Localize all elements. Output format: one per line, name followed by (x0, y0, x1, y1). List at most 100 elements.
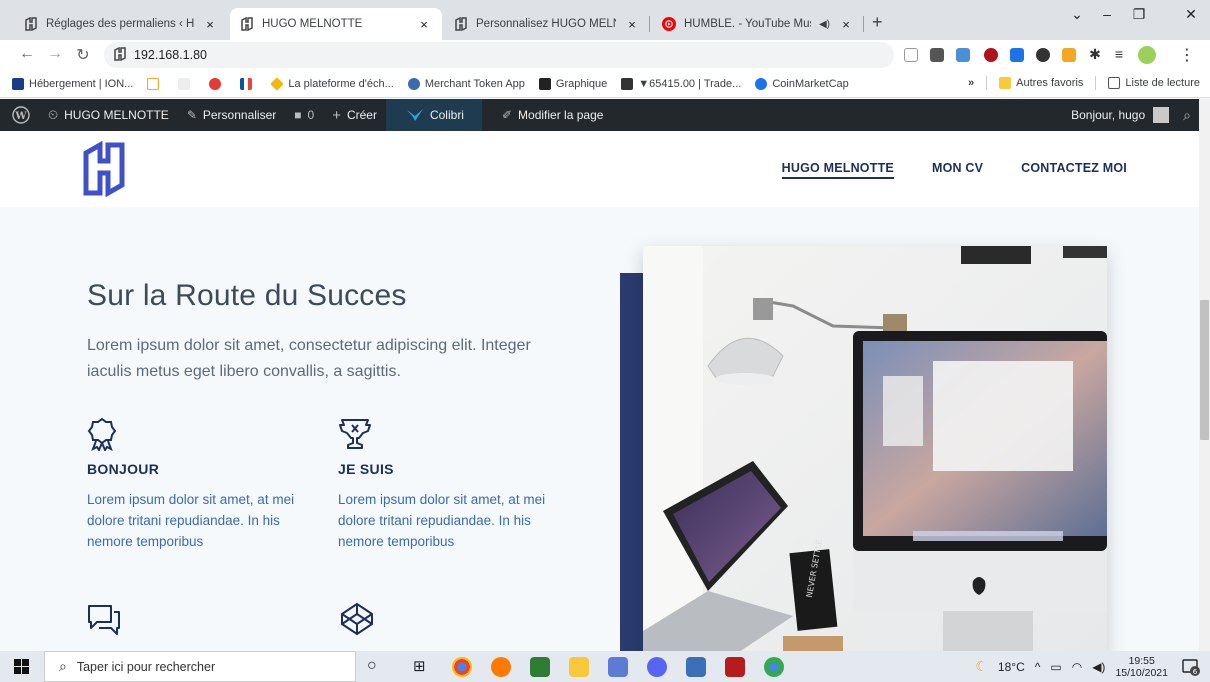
chrome-profile-icon[interactable] (764, 657, 784, 677)
close-tab-icon[interactable]: × (416, 17, 432, 32)
temperature[interactable]: 18°C (998, 660, 1025, 674)
avatar[interactable] (1153, 107, 1170, 123)
notification-center-icon[interactable]: 6 (1182, 658, 1200, 676)
new-tab-button[interactable]: + (872, 12, 883, 33)
site-name-menu[interactable]: ⏲ HUGO MELNOTTE (39, 99, 178, 131)
youtube-music-icon (662, 17, 676, 31)
tab-personnalisez[interactable]: Personnalisez HUGO MELNOTTE × (444, 8, 650, 40)
close-tab-icon[interactable]: × (624, 17, 640, 32)
battery-icon[interactable]: ▭ (1050, 660, 1061, 674)
account-greeting[interactable]: Bonjour, hugo (1071, 108, 1145, 122)
restore-button[interactable]: ❐ (1124, 6, 1154, 23)
bookmark-item[interactable]: CoinMarketCap (755, 77, 849, 90)
other-bookmarks-folder[interactable]: Autres favoris (999, 77, 1083, 89)
minimize-button[interactable]: – (1092, 6, 1122, 22)
audio-playing-icon[interactable]: ◀) (819, 19, 830, 30)
task-view-icon[interactable]: ⊞ (413, 657, 426, 675)
ionos-icon (12, 77, 24, 90)
windows-taskbar: ⌕ Taper ici pour rechercher ○ ⊞ ☾ 18°C ^… (0, 651, 1210, 682)
cortana-icon[interactable]: ○ (367, 657, 377, 675)
extension-icon[interactable] (930, 48, 944, 62)
chart-icon (621, 77, 634, 90)
new-content-menu[interactable]: + Créer (323, 99, 386, 131)
tab-permalinks[interactable]: Réglages des permaliens ‹ HUGO MELNOTTE … (14, 8, 228, 40)
site-logo-icon[interactable] (82, 141, 126, 197)
windows-start-icon[interactable] (14, 659, 29, 677)
bookmark-item[interactable] (209, 77, 226, 90)
virtualbox-icon[interactable] (686, 657, 706, 677)
close-tab-icon[interactable]: × (202, 17, 218, 32)
discord-icon[interactable] (647, 657, 667, 677)
network-app-icon[interactable] (608, 657, 628, 677)
taskbar-search-box[interactable]: ⌕ Taper ici pour rechercher (44, 651, 356, 682)
file-explorer-icon[interactable] (569, 657, 589, 677)
customize-menu[interactable]: ✎ Personnaliser (178, 99, 285, 131)
close-tab-icon[interactable]: × (838, 17, 854, 32)
tab-search-icon[interactable]: ⌄ (1062, 6, 1092, 23)
editor-icon[interactable] (530, 657, 550, 677)
browser-menu-icon[interactable]: ⋮ (1178, 45, 1196, 65)
tray-overflow-icon[interactable]: ^ (1035, 660, 1041, 674)
scrollbar-thumb[interactable] (1200, 300, 1209, 440)
feature-text: Lorem ipsum dolor sit amet, at mei dolor… (87, 492, 295, 549)
nav-mon-cv[interactable]: MON CV (932, 161, 983, 179)
site-info-icon[interactable] (114, 46, 126, 64)
bookmark-item[interactable]: Hébergement | ION... (12, 77, 133, 90)
site-favicon-icon (147, 77, 160, 90)
hero-title: Sur la Route du Succes (87, 279, 407, 312)
bookmark-item[interactable] (178, 77, 195, 90)
jetbrains-icon[interactable] (725, 657, 745, 677)
extension-icon[interactable] (1036, 48, 1050, 62)
site-header: HUGO MELNOTTE MON CV CONTACTEZ MOI (0, 131, 1199, 207)
wordpress-logo-button[interactable]: W (0, 99, 39, 131)
weather-moon-icon[interactable]: ☾ (975, 658, 988, 675)
dashboard-icon: ⏲ (48, 107, 59, 122)
extension-icon[interactable] (1062, 48, 1076, 62)
forward-icon[interactable]: → (46, 45, 64, 63)
bookmark-item[interactable]: La plateforme d'éch... (270, 76, 394, 91)
search-icon[interactable]: ⌕ (1183, 107, 1191, 124)
volume-icon[interactable]: ◀) (1092, 660, 1105, 674)
hero-photo: NEVER SETTLE (643, 246, 1107, 651)
codepen-icon (340, 602, 575, 636)
edit-page-menu[interactable]: ✐ Modifier la page (482, 99, 612, 131)
extensions-puzzle-icon[interactable]: ✱ (1086, 46, 1104, 63)
tab-hugo-melnotte[interactable]: HUGO MELNOTTE × (230, 8, 442, 40)
coinmarketcap-icon (755, 77, 768, 90)
svg-text:6: 6 (1193, 668, 1198, 676)
folder-icon (999, 77, 1012, 89)
bookmark-item[interactable] (240, 77, 257, 90)
tab-youtube-music[interactable]: HUMBLE. - YouTube Music ◀) × (652, 8, 864, 40)
site-favicon-icon (240, 17, 254, 31)
nav-contactez-moi[interactable]: CONTACTEZ MOI (1021, 161, 1127, 179)
address-bar[interactable]: 192.168.1.80 (104, 42, 894, 68)
profile-avatar[interactable] (1138, 46, 1156, 64)
bookmark-item[interactable] (147, 77, 164, 90)
tab-title: HUGO MELNOTTE (262, 18, 363, 30)
reload-icon[interactable]: ↻ (74, 45, 92, 65)
extension-icon[interactable] (956, 48, 970, 62)
colibri-menu[interactable]: Colibri (385, 99, 482, 131)
plus-icon: + (332, 106, 341, 124)
ublock-icon[interactable] (984, 48, 998, 62)
extension-icon[interactable] (904, 48, 918, 62)
system-clock[interactable]: 19:55 15/10/2021 (1115, 655, 1168, 679)
chrome-icon[interactable] (452, 657, 472, 677)
bookmark-item[interactable]: Graphique (538, 77, 607, 90)
fl-studio-icon[interactable] (491, 657, 511, 677)
main-navigation: HUGO MELNOTTE MON CV CONTACTEZ MOI (781, 161, 1127, 179)
bookmarks-overflow-button[interactable]: » (968, 77, 974, 89)
back-icon[interactable]: ← (18, 45, 36, 63)
comments-menu[interactable]: ■ 0 (285, 99, 323, 131)
reading-list-icon[interactable]: ≡ (1110, 46, 1128, 62)
wifi-icon[interactable]: ◠ (1072, 660, 1082, 674)
bookmark-item[interactable]: Merchant Token App (407, 77, 525, 90)
feature-bonjour: BONJOUR Lorem ipsum dolor sit amet, at m… (87, 417, 322, 552)
close-window-button[interactable]: ✕ (1176, 6, 1206, 23)
extension-icon[interactable] (1010, 48, 1024, 62)
feature-codepen (340, 602, 575, 636)
france-flag-icon (240, 77, 253, 90)
nav-home[interactable]: HUGO MELNOTTE (781, 161, 894, 179)
bookmark-item[interactable]: ▼65415.00 | Trade... (621, 77, 741, 90)
reading-list-button[interactable]: Liste de lecture (1108, 77, 1200, 89)
